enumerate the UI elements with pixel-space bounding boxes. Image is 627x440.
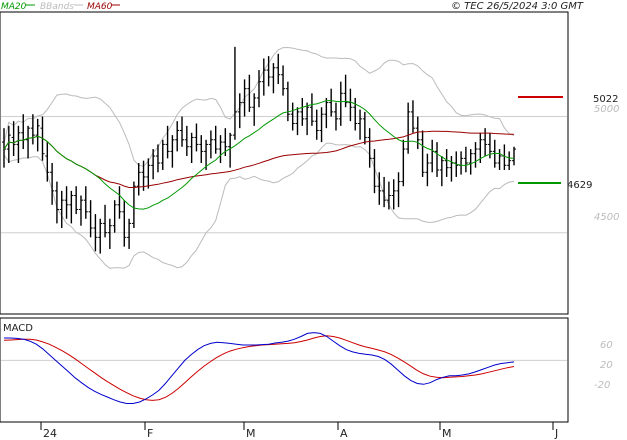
legend-ma20-label: MA20	[1, 2, 27, 12]
month-axis: 24 F M A M J	[40, 422, 558, 440]
price-tick-5000: 5000	[594, 104, 619, 115]
month-label: F	[147, 427, 153, 440]
copyright-timestamp: © TEC 26/5/2024 3:0 GMT	[451, 1, 584, 12]
macd-panel-frame	[0, 317, 569, 423]
price-panel-frame	[0, 11, 569, 315]
stock-chart: 5022 4629 5000 4500 60 20 -20 MACD 24 F …	[0, 1, 619, 440]
month-label: 24	[43, 427, 57, 440]
support-label: 4629	[567, 180, 592, 191]
month-label: M	[442, 427, 452, 440]
legend: MA20 BBands MA60	[1, 2, 120, 12]
legend-ma60-label: MA60	[87, 2, 113, 12]
macd-tick-20: 20	[600, 360, 613, 371]
month-label: A	[340, 427, 348, 440]
macd-tick-minus20: -20	[594, 380, 610, 391]
macd-title: MACD	[3, 323, 33, 334]
month-label: J	[554, 427, 558, 440]
month-label: M	[246, 427, 256, 440]
legend-bbands-label: BBands	[40, 2, 74, 12]
price-tick-4500: 4500	[594, 212, 619, 223]
macd-tick-60: 60	[600, 340, 613, 351]
